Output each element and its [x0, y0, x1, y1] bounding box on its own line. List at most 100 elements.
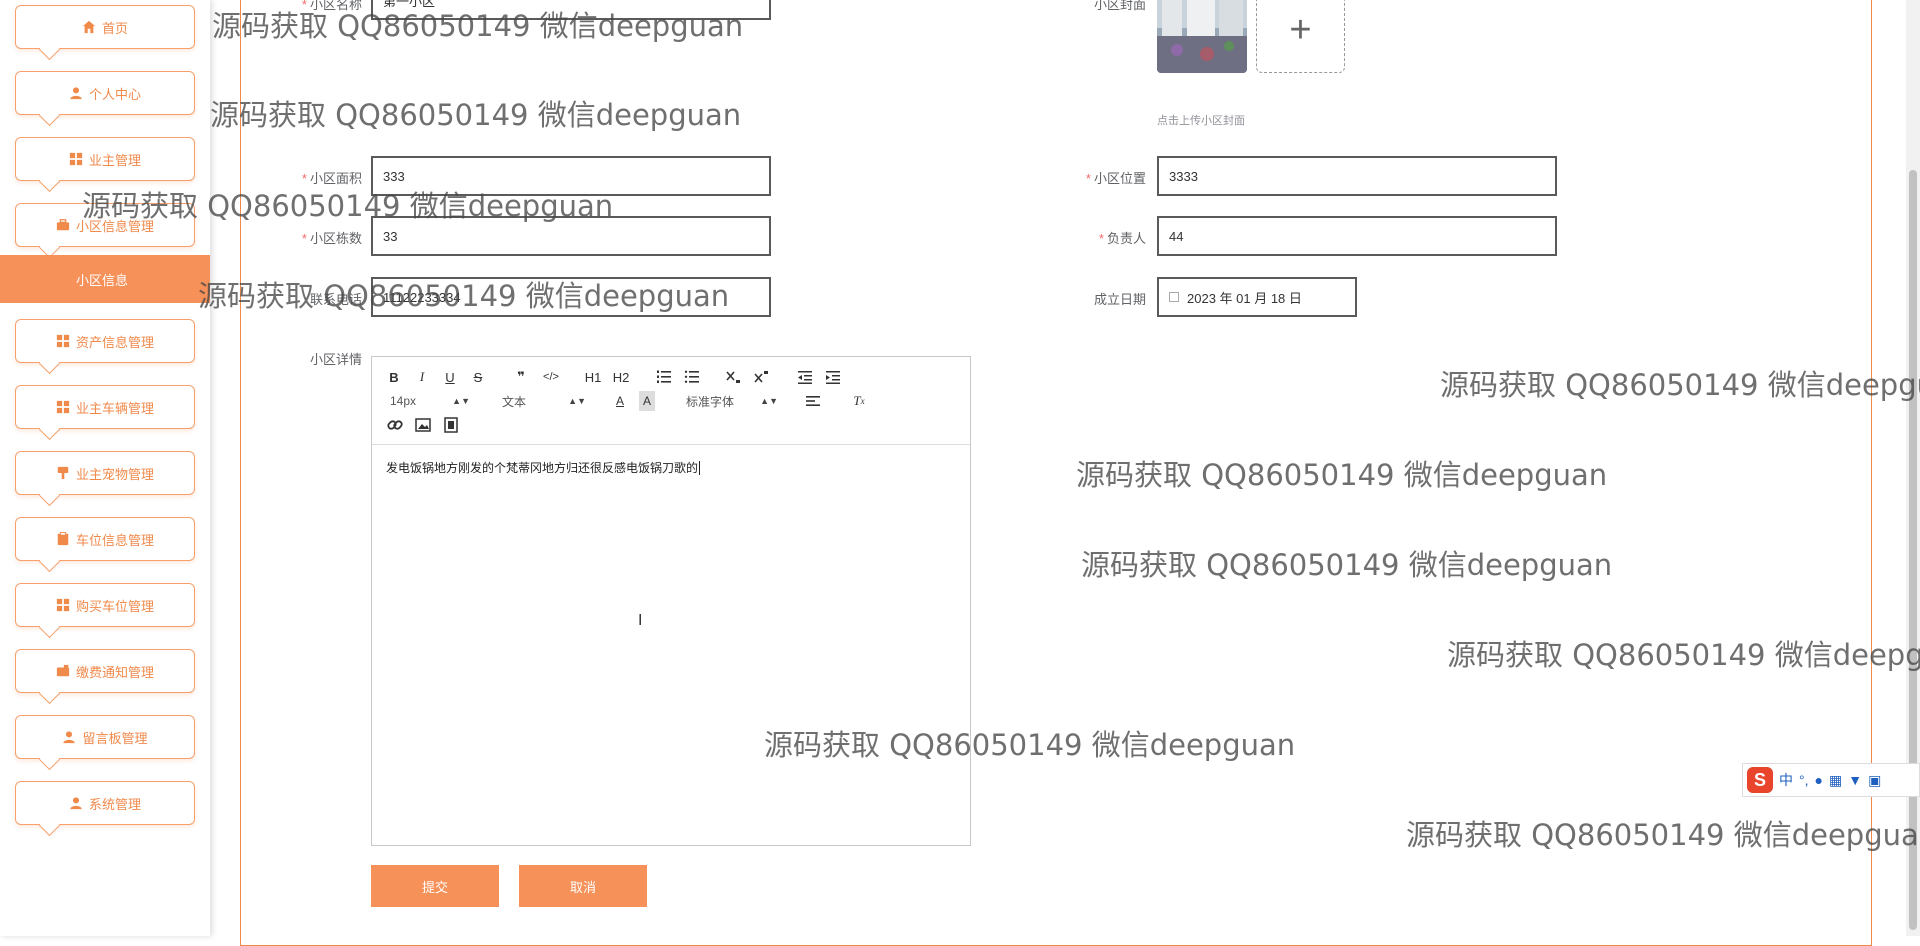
- code-button[interactable]: </>: [540, 367, 562, 387]
- name-input[interactable]: 第一小区: [371, 0, 771, 20]
- link-icon[interactable]: [386, 415, 404, 435]
- cancel-button[interactable]: 取消: [519, 865, 647, 907]
- detail-label: 小区详情: [309, 352, 362, 367]
- subscript-icon[interactable]: [725, 367, 743, 387]
- sidebar-item-pets[interactable]: 业主宠物管理: [15, 451, 195, 495]
- submit-button[interactable]: 提交: [371, 865, 499, 907]
- bold-button[interactable]: B: [386, 367, 402, 387]
- briefcase-icon: [56, 218, 70, 232]
- upload-cover-hint: 点击上传小区封面: [1157, 115, 1245, 127]
- founded-date-input[interactable]: 2023 年 01 月 18 日: [1157, 277, 1357, 317]
- grid-icon: [56, 400, 70, 414]
- select-caret-icon: ▲▼: [568, 396, 586, 406]
- sidebar-item-label: 车位信息管理: [75, 532, 154, 548]
- grid-icon: [56, 598, 70, 612]
- grid-icon: [69, 152, 83, 166]
- bullet-list-icon[interactable]: [683, 367, 701, 387]
- video-icon[interactable]: [442, 415, 460, 435]
- h1-button[interactable]: H1: [582, 367, 604, 387]
- rich-text-editor[interactable]: B I U S ❞ </> H1 H2 14px ▲▼ 文本 ▲▼ A A 标准字体…: [371, 356, 971, 846]
- indent-icon[interactable]: [824, 367, 842, 387]
- block-type-select[interactable]: 文本 ▲▼: [502, 391, 586, 411]
- tools-icon[interactable]: ▣: [1868, 772, 1881, 789]
- grid-icon: [56, 334, 70, 348]
- sidebar-item-label: 业主车辆管理: [75, 400, 154, 416]
- buildings-input[interactable]: 33: [371, 216, 771, 256]
- sidebar-item-parking[interactable]: 车位信息管理: [15, 517, 195, 561]
- quote-button[interactable]: ❞: [512, 367, 530, 387]
- name-label: * 小区名称: [301, 0, 362, 12]
- home-icon: [82, 20, 96, 34]
- sidebar-subitem-label: 小区信息: [76, 272, 129, 288]
- text-cursor-icon: I: [638, 612, 643, 629]
- sidebar-item-label: 个人中心: [88, 86, 141, 102]
- sidebar-item-label: 小区信息管理: [75, 218, 154, 234]
- ime-logo-icon: S: [1747, 767, 1773, 793]
- sidebar-item-system[interactable]: 系统管理: [15, 781, 195, 825]
- area-input[interactable]: 333: [371, 156, 771, 196]
- manager-label: * 负责人: [1098, 231, 1146, 246]
- ime-punctuation[interactable]: °,: [1799, 772, 1809, 788]
- sidebar-item-buy-parking[interactable]: 购买车位管理: [15, 583, 195, 627]
- sidebar: 首页 个人中心 业主管理 小区信息管理 小区信息 资产信息管理 业主车辆管理 业…: [0, 0, 210, 936]
- editor-content[interactable]: 发电饭锅地方刚发的个梵蒂冈地方归还很反感电饭锅刀歌的: [372, 445, 970, 490]
- sidebar-item-community[interactable]: 小区信息管理: [15, 203, 195, 247]
- pin-icon: [56, 466, 70, 480]
- user-icon: [69, 796, 83, 810]
- cover-label: 小区封面: [1093, 0, 1146, 12]
- sidebar-item-profile[interactable]: 个人中心: [15, 71, 195, 115]
- sidebar-item-label: 资产信息管理: [75, 334, 154, 350]
- calendar-icon: [1169, 292, 1179, 302]
- manager-input[interactable]: 44: [1157, 216, 1557, 256]
- sidebar-item-label: 首页: [101, 20, 128, 36]
- sidebar-item-label: 缴费通知管理: [75, 664, 154, 680]
- user-icon: [62, 730, 76, 744]
- phone-label: 联系电话: [309, 292, 362, 307]
- outdent-icon[interactable]: [796, 367, 814, 387]
- location-label: * 小区位置: [1085, 171, 1146, 186]
- underline-button[interactable]: U: [442, 367, 458, 387]
- clipboard-icon: [56, 532, 70, 546]
- background-color-icon[interactable]: A: [639, 391, 655, 411]
- phone-input[interactable]: 11122233334: [371, 277, 771, 317]
- skin-icon[interactable]: ▼: [1848, 772, 1862, 788]
- sidebar-item-label: 业主宠物管理: [75, 466, 154, 482]
- font-family-select[interactable]: 标准字体 ▲▼: [686, 391, 778, 411]
- ordered-list-icon[interactable]: [655, 367, 673, 387]
- sidebar-item-owners[interactable]: 业主管理: [15, 137, 195, 181]
- location-input[interactable]: 3333: [1157, 156, 1557, 196]
- sidebar-item-assets[interactable]: 资产信息管理: [15, 319, 195, 363]
- user-icon: [69, 86, 83, 100]
- editor-toolbar: B I U S ❞ </> H1 H2 14px ▲▼ 文本 ▲▼ A A 标准字体…: [372, 357, 970, 445]
- sidebar-subitem-community-info[interactable]: 小区信息: [0, 255, 210, 303]
- upload-cover-button[interactable]: +: [1256, 0, 1345, 73]
- sidebar-item-vehicles[interactable]: 业主车辆管理: [15, 385, 195, 429]
- area-label: * 小区面积: [301, 171, 362, 186]
- select-caret-icon: ▲▼: [452, 396, 470, 406]
- microphone-icon[interactable]: ●: [1815, 772, 1823, 788]
- strike-button[interactable]: S: [470, 367, 486, 387]
- sidebar-item-home[interactable]: 首页: [15, 5, 195, 49]
- sidebar-item-payment-notice[interactable]: 缴费通知管理: [15, 649, 195, 693]
- buildings-label: * 小区栋数: [301, 231, 362, 246]
- h2-button[interactable]: H2: [610, 367, 632, 387]
- superscript-icon[interactable]: [753, 367, 771, 387]
- italic-button[interactable]: I: [414, 367, 430, 387]
- cover-image[interactable]: [1157, 0, 1247, 73]
- sidebar-item-label: 留言板管理: [82, 730, 148, 746]
- select-caret-icon: ▲▼: [760, 396, 778, 406]
- image-icon[interactable]: [414, 415, 432, 435]
- font-color-icon[interactable]: A: [612, 391, 628, 411]
- ime-language[interactable]: 中: [1779, 770, 1793, 790]
- align-icon[interactable]: [804, 391, 822, 411]
- scrollbar-thumb[interactable]: [1909, 170, 1917, 930]
- keyboard-icon[interactable]: ▦: [1829, 772, 1842, 789]
- font-size-select[interactable]: 14px ▲▼: [390, 391, 470, 411]
- founded-label: 成立日期: [1093, 292, 1146, 307]
- sidebar-item-message-board[interactable]: 留言板管理: [15, 715, 195, 759]
- sidebar-item-label: 系统管理: [88, 796, 141, 812]
- ime-toolbar[interactable]: S 中 °, ● ▦ ▼ ▣: [1742, 763, 1920, 797]
- sidebar-item-label: 购买车位管理: [75, 598, 154, 614]
- sidebar-item-label: 业主管理: [88, 152, 141, 168]
- clear-format-icon[interactable]: Tx: [850, 391, 868, 411]
